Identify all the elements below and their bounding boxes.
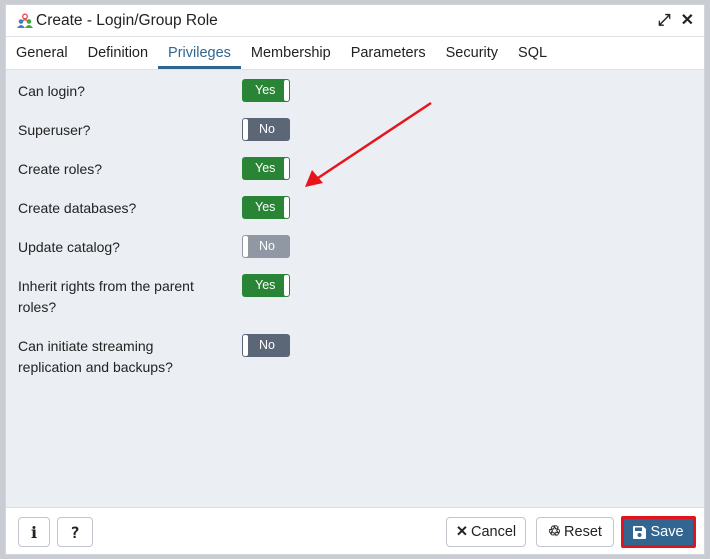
cancel-button[interactable]: ✕ Cancel [446,517,526,547]
toggle-value: Yes [255,200,276,214]
tab-definition[interactable]: Definition [78,37,158,69]
floppy-disk-icon [633,525,647,539]
info-button[interactable]: i [18,517,50,547]
toggle-value: No [259,338,275,352]
tab-security[interactable]: Security [436,37,508,69]
reset-button[interactable]: ♲ Reset [536,517,614,547]
tab-membership[interactable]: Membership [241,37,341,69]
replication-toggle[interactable]: No [242,334,290,357]
toggle-knob [284,80,289,101]
toggle-knob [284,197,289,218]
save-label: Save [650,524,684,540]
inherit-rights-toggle[interactable]: Yes [242,274,290,297]
create-login-group-role-dialog: Create - Login/Group Role ⤢ ✕ General De… [5,4,705,555]
maximize-icon[interactable]: ⤢ [658,12,671,29]
dialog-footer: i ? ✕ Cancel ♲ Reset Save [6,507,704,554]
save-button[interactable]: Save [621,516,696,548]
superuser-label: Superuser? [18,122,91,138]
superuser-toggle[interactable]: No [242,118,290,141]
replication-label: Can initiate streaming replication and b… [18,338,173,375]
toggle-value: Yes [255,161,276,175]
reset-label: Reset [564,524,602,540]
create-databases-toggle[interactable]: Yes [242,196,290,219]
cancel-label: Cancel [471,524,517,540]
update-catalog-label: Update catalog? [18,239,120,255]
toggle-value: Yes [255,278,276,292]
tab-sql[interactable]: SQL [508,37,557,69]
tab-bar: General Definition Privileges Membership… [6,37,704,70]
close-icon[interactable]: ✕ [681,12,694,29]
create-roles-label: Create roles? [18,161,103,177]
toggle-value: No [259,122,275,136]
inherit-rights-label: Inherit rights from the parent roles? [18,278,194,315]
toggle-knob [243,119,248,140]
create-databases-label: Create databases? [18,200,137,216]
toggle-value: Yes [255,83,276,97]
can-login-label: Can login? [18,83,85,99]
dialog-titlebar[interactable]: Create - Login/Group Role ⤢ ✕ [6,5,704,37]
toggle-value: No [259,239,275,253]
toggle-knob [243,236,248,257]
tab-privileges[interactable]: Privileges [158,37,241,69]
toggle-knob [243,335,248,356]
can-login-toggle[interactable]: Yes [242,79,290,102]
toggle-knob [284,275,289,296]
tab-general[interactable]: General [6,37,78,69]
create-roles-toggle[interactable]: Yes [242,157,290,180]
privileges-panel: Can login? Yes Superuser? No Create role… [6,70,704,507]
recycle-icon: ♲ [548,524,562,540]
login-group-role-icon [17,13,33,28]
dialog-title: Create - Login/Group Role [36,11,218,29]
toggle-knob [284,158,289,179]
tab-parameters[interactable]: Parameters [341,37,436,69]
update-catalog-toggle: No [242,235,290,258]
help-button[interactable]: ? [57,517,93,547]
close-icon: ✕ [455,524,468,540]
